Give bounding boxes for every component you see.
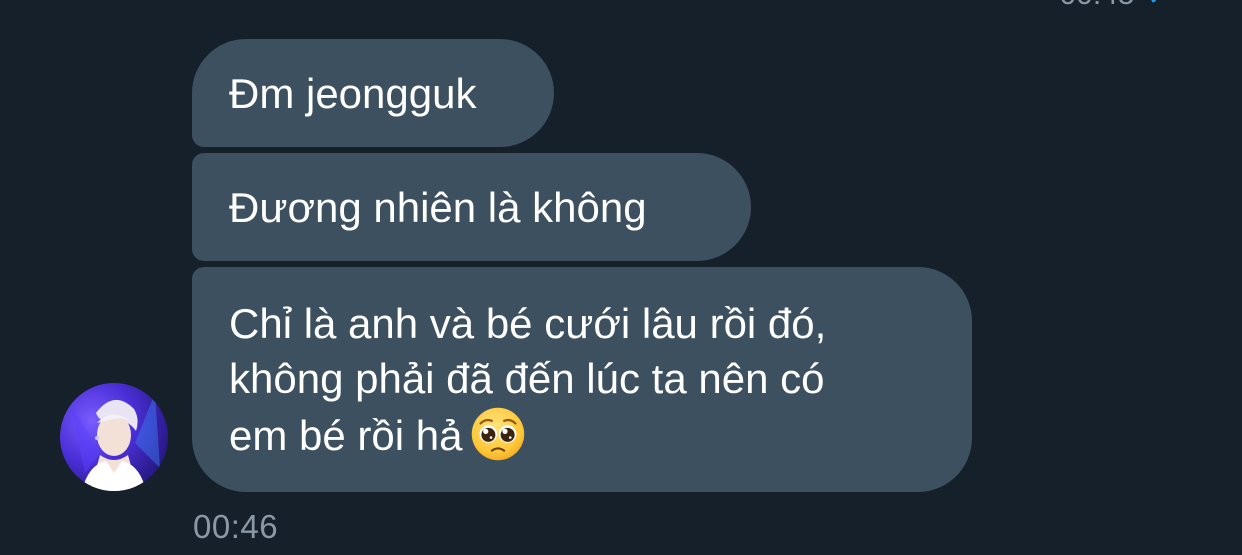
pleading-face-icon — [472, 407, 525, 461]
message-text: Đm jeongguk — [229, 70, 477, 117]
message-timestamp: 00:46 — [193, 508, 279, 545]
message-text: Đương nhiên là không — [229, 184, 647, 231]
message-text-line-last: em bé rồi hả — [229, 406, 935, 463]
message-text: em bé rồi hả — [229, 412, 463, 459]
previous-message-timestamp: 00:45 — [1059, 0, 1134, 12]
previous-message-meta: 00:45 ✓ — [1059, 0, 1170, 12]
message-text-line: không phải đã đến lúc ta nên có — [229, 355, 825, 402]
message-bubble[interactable]: Đương nhiên là không — [192, 153, 751, 261]
read-check-icon: ✓ — [1147, 0, 1170, 12]
avatar-photo — [70, 393, 160, 491]
message-bubble[interactable]: Đm jeongguk — [192, 39, 554, 147]
avatar[interactable] — [60, 383, 168, 491]
message-text-line: Chỉ là anh và bé cưới lâu rồi đó, — [229, 300, 827, 347]
message-bubble[interactable]: Chỉ là anh và bé cưới lâu rồi đó, không … — [192, 267, 972, 492]
